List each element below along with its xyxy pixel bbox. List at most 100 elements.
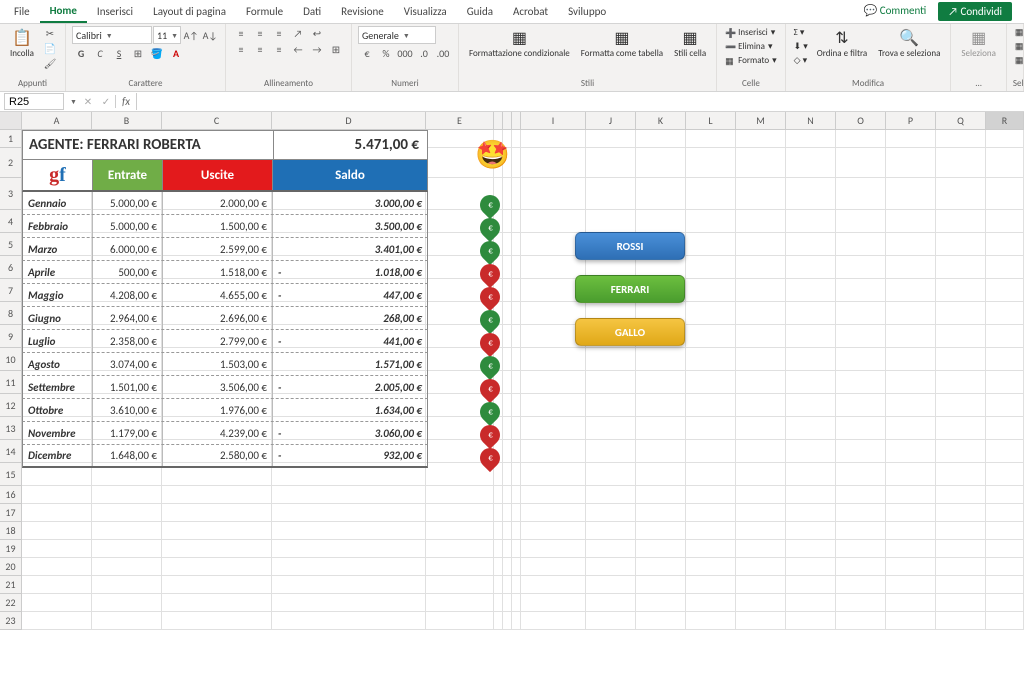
- clear-button[interactable]: ◇ ▾: [792, 54, 810, 67]
- cell[interactable]: [686, 279, 736, 302]
- cell[interactable]: [512, 325, 521, 348]
- cell[interactable]: [886, 440, 936, 463]
- format-cells-button[interactable]: ▦Formato ▾: [723, 54, 779, 67]
- cell[interactable]: [162, 594, 272, 612]
- row-header[interactable]: 2: [0, 148, 22, 178]
- cell[interactable]: [886, 348, 936, 371]
- row-header[interactable]: 11: [0, 371, 22, 394]
- cell[interactable]: [512, 440, 521, 463]
- cell[interactable]: [503, 256, 512, 279]
- cell[interactable]: [936, 576, 986, 594]
- cell[interactable]: [272, 612, 426, 630]
- cell[interactable]: [936, 440, 986, 463]
- entrate-cell[interactable]: 1.648,00 €: [93, 445, 163, 466]
- cell[interactable]: [686, 576, 736, 594]
- format-table-button[interactable]: ▦Formatta come tabella: [577, 26, 667, 61]
- row-header[interactable]: 18: [0, 522, 22, 540]
- saldo-cell[interactable]: 1.634,00 €: [273, 399, 427, 421]
- cancel-formula-button[interactable]: ✕: [79, 95, 97, 109]
- entrate-cell[interactable]: 1.501,00 €: [93, 376, 163, 398]
- tab-file[interactable]: File: [4, 1, 40, 22]
- cell[interactable]: [986, 440, 1024, 463]
- month-cell[interactable]: Marzo: [23, 238, 93, 260]
- wrap-text-button[interactable]: ↩: [308, 26, 326, 40]
- cell[interactable]: [686, 612, 736, 630]
- cell[interactable]: [512, 279, 521, 302]
- fx-button[interactable]: fx: [115, 95, 136, 108]
- font-color-button[interactable]: A: [167, 46, 185, 60]
- cell[interactable]: [736, 522, 786, 540]
- row-header[interactable]: 22: [0, 594, 22, 612]
- cell[interactable]: [426, 612, 494, 630]
- cell[interactable]: [686, 302, 736, 325]
- row-header[interactable]: 4: [0, 210, 22, 233]
- sensitivity-button[interactable]: ▦Seleziona: [957, 26, 999, 61]
- cell[interactable]: [786, 576, 836, 594]
- cell[interactable]: [736, 540, 786, 558]
- cell[interactable]: [986, 279, 1024, 302]
- cell[interactable]: [503, 540, 512, 558]
- name-box[interactable]: [4, 93, 64, 110]
- cell[interactable]: [22, 612, 92, 630]
- cell[interactable]: [586, 576, 636, 594]
- entrate-cell[interactable]: 5.000,00 €: [93, 192, 163, 214]
- cell[interactable]: [936, 463, 986, 486]
- cell[interactable]: [636, 463, 686, 486]
- row-header[interactable]: 12: [0, 394, 22, 417]
- cell[interactable]: [586, 612, 636, 630]
- sort-filter-button[interactable]: ⇅Ordina e filtra: [813, 26, 871, 61]
- cell[interactable]: [686, 325, 736, 348]
- cell[interactable]: [503, 440, 512, 463]
- saldo-cell[interactable]: 3.401,00 €: [273, 238, 427, 260]
- cell[interactable]: [586, 348, 636, 371]
- cell[interactable]: [636, 394, 686, 417]
- cell[interactable]: [512, 417, 521, 440]
- cell[interactable]: [936, 148, 986, 178]
- uscite-cell[interactable]: 1.503,00 €: [163, 353, 273, 375]
- cell[interactable]: [886, 504, 936, 522]
- row-header[interactable]: 17: [0, 504, 22, 522]
- entrate-cell[interactable]: 500,00 €: [93, 261, 163, 283]
- cell[interactable]: [786, 522, 836, 540]
- fill-color-button[interactable]: 🪣: [148, 46, 166, 60]
- cell[interactable]: [936, 178, 986, 210]
- cell[interactable]: [936, 130, 986, 148]
- bold-button[interactable]: G: [72, 46, 90, 60]
- cell[interactable]: [936, 279, 986, 302]
- cell[interactable]: [836, 522, 886, 540]
- cell[interactable]: [986, 540, 1024, 558]
- cell[interactable]: [512, 210, 521, 233]
- insert-cells-button[interactable]: ➕Inserisci ▾: [723, 26, 779, 39]
- cell[interactable]: [936, 612, 986, 630]
- tab-visualizza[interactable]: Visualizza: [394, 1, 457, 22]
- cell[interactable]: [162, 486, 272, 504]
- cell[interactable]: [22, 594, 92, 612]
- tab-formule[interactable]: Formule: [236, 1, 293, 22]
- fill-button[interactable]: ⬇ ▾: [792, 40, 810, 53]
- cell[interactable]: [986, 417, 1024, 440]
- cell[interactable]: [886, 279, 936, 302]
- cell[interactable]: [503, 522, 512, 540]
- cell[interactable]: [936, 256, 986, 279]
- cell[interactable]: [936, 302, 986, 325]
- entrate-cell[interactable]: 2.964,00 €: [93, 307, 163, 329]
- cell[interactable]: [636, 486, 686, 504]
- cell[interactable]: [736, 371, 786, 394]
- cell[interactable]: [521, 348, 586, 371]
- align-top-button[interactable]: ≡: [232, 26, 250, 40]
- saldo-cell[interactable]: -441,00 €: [273, 330, 427, 352]
- col-header-k[interactable]: K: [636, 112, 686, 129]
- cell[interactable]: [521, 394, 586, 417]
- cell[interactable]: [512, 504, 521, 522]
- cell[interactable]: [836, 256, 886, 279]
- cell[interactable]: [986, 522, 1024, 540]
- cell[interactable]: [736, 394, 786, 417]
- cell[interactable]: [22, 504, 92, 522]
- saldo-cell[interactable]: -932,00 €: [273, 445, 427, 466]
- cell[interactable]: [886, 325, 936, 348]
- cell[interactable]: [512, 302, 521, 325]
- cell[interactable]: [786, 348, 836, 371]
- cell[interactable]: [836, 325, 886, 348]
- cell[interactable]: [736, 148, 786, 178]
- col-header-q[interactable]: Q: [936, 112, 986, 129]
